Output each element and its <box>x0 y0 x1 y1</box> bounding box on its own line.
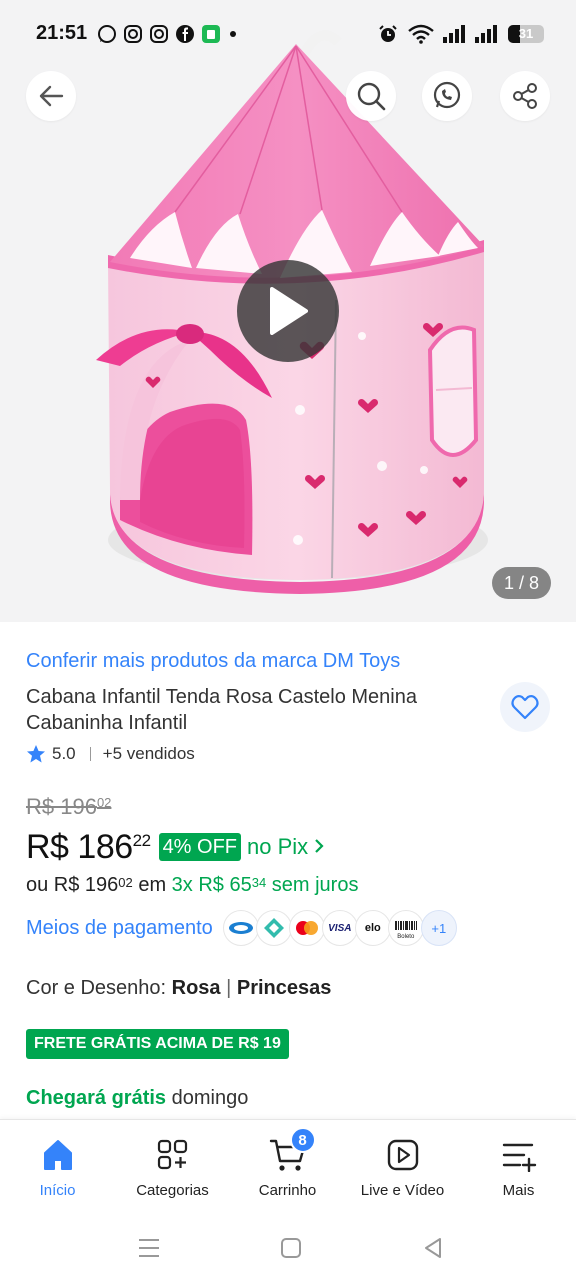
instagram-icon <box>150 25 168 43</box>
cart-icon: 8 <box>268 1127 316 1175</box>
favorite-button[interactable] <box>500 682 550 732</box>
nav-label-home: Início <box>39 1182 76 1199</box>
instagram-icon <box>124 25 142 43</box>
product-title: Cabana Infantil Tenda Rosa Castelo Menin… <box>26 686 417 734</box>
dot-icon <box>230 31 236 37</box>
nav-item-more[interactable]: Mais <box>461 1120 576 1215</box>
current-price: R$ 18622 <box>26 828 151 867</box>
pix-link[interactable]: no Pix <box>247 834 324 860</box>
variant-label: Cor e Desenho: <box>26 977 167 999</box>
pix-link-label: no Pix <box>247 834 309 859</box>
delivery-day: domingo <box>171 1087 249 1109</box>
signal-icon <box>443 25 465 43</box>
battery-level: 31 <box>518 26 534 41</box>
home-icon <box>38 1135 78 1175</box>
play-icon <box>270 287 308 335</box>
system-navigation-bar <box>0 1214 576 1280</box>
nav-label-more: Mais <box>502 1182 535 1199</box>
free-shipping-badge: FRETE GRÁTIS ACIMA DE R$ 19 <box>26 1029 289 1059</box>
rating-value: 5.0 <box>52 744 76 763</box>
battery-icon: 31 <box>508 25 544 43</box>
star-icon <box>27 745 45 763</box>
home-system-button[interactable] <box>277 1234 305 1262</box>
installments-mid: em <box>132 874 172 896</box>
old-price-cents: 02 <box>96 795 112 810</box>
share-button[interactable] <box>500 71 550 121</box>
rating-row[interactable]: 5.0 +5 vendidos <box>26 742 195 766</box>
back-triangle-icon <box>425 1238 441 1258</box>
delivery-free-label: Chegará grátis <box>26 1087 167 1109</box>
delivery-info: Chegará grátis domingo <box>26 1087 248 1110</box>
alarm-icon <box>379 25 397 42</box>
facebook-icon <box>176 25 194 43</box>
installments-prefix-cents: 02 <box>118 875 133 890</box>
old-price: R$ 19602 <box>26 794 111 820</box>
boleto-label: Boleto <box>397 934 415 940</box>
discount-badge: 4% OFF <box>158 833 242 861</box>
cart-count-badge: 8 <box>289 1127 316 1153</box>
home-square-icon <box>281 1238 301 1258</box>
variant-design: Princesas <box>236 977 332 999</box>
product-image-gallery[interactable]: 1 / 8 <box>0 0 576 622</box>
installments-suffix: sem juros <box>266 874 359 896</box>
arrow-left-icon <box>39 85 64 107</box>
app-icon <box>202 25 220 43</box>
visa-label: VISA <box>328 922 352 934</box>
installments-cents: 34 <box>251 875 267 890</box>
variant-color: Rosa <box>171 977 221 999</box>
nav-item-home[interactable]: Início <box>0 1120 115 1215</box>
installments-amount: 3x R$ 65 <box>171 874 252 896</box>
menu-icon <box>499 1135 539 1175</box>
installments-info: ou R$ 19602 em 3x R$ 6534 sem juros <box>26 874 358 897</box>
sold-count: +5 vendidos <box>102 744 195 763</box>
back-system-button[interactable] <box>419 1234 447 1262</box>
mastercard-icon <box>288 910 325 946</box>
image-counter: 1 / 8 <box>492 567 551 599</box>
nav-item-cart[interactable]: 8 Carrinho <box>230 1120 345 1215</box>
divider <box>89 747 91 761</box>
price-cents: 22 <box>132 830 151 850</box>
play-video-button[interactable] <box>237 260 339 362</box>
boleto-icon: Boleto <box>387 910 424 946</box>
nav-item-video[interactable]: Live e Vídeo <box>345 1120 460 1215</box>
variant-selection[interactable]: Cor e Desenho: Rosa | Princesas <box>26 977 331 1000</box>
elo-label: elo <box>364 922 381 934</box>
share-icon <box>513 83 537 109</box>
variant-separator: | <box>226 977 232 999</box>
search-icon <box>357 82 386 111</box>
installments-prefix: ou R$ 196 <box>26 874 119 896</box>
video-icon <box>383 1135 423 1175</box>
categories-icon <box>153 1135 193 1175</box>
caixa-icon <box>222 910 259 946</box>
payment-methods-row[interactable]: Meios de pagamento VISA elo Boleto +1 <box>26 910 457 946</box>
status-bar: 21:51 31 <box>0 0 576 66</box>
more-payment-methods[interactable]: +1 <box>420 910 457 946</box>
brand-link[interactable]: Conferir mais produtos da marca DM Toys <box>26 650 400 673</box>
wifi-icon <box>408 24 434 44</box>
elo-icon: elo <box>354 910 391 946</box>
pix-icon <box>255 910 292 946</box>
old-price-int: R$ 196 <box>26 794 97 819</box>
recent-apps-icon <box>139 1239 159 1257</box>
payment-methods-link[interactable]: Meios de pagamento <box>26 917 213 940</box>
status-time: 21:51 <box>36 22 88 44</box>
whatsapp-icon <box>98 25 116 43</box>
heart-icon <box>511 695 539 720</box>
price-row: R$ 18622 4% OFF no Pix <box>26 826 324 868</box>
chevron-right-icon <box>315 839 324 853</box>
recent-apps-button[interactable] <box>135 1234 163 1262</box>
price-int: R$ 186 <box>26 827 133 866</box>
nav-label-categories: Categorias <box>136 1182 209 1199</box>
nav-item-categories[interactable]: Categorias <box>115 1120 230 1215</box>
nav-label-video: Live e Vídeo <box>360 1182 445 1199</box>
back-button[interactable] <box>26 71 76 121</box>
search-button[interactable] <box>346 71 396 121</box>
bottom-navigation: Início Categorias 8 Carrinho Live e Víde… <box>0 1119 576 1214</box>
whatsapp-icon <box>433 81 461 109</box>
signal-icon <box>475 25 497 43</box>
visa-icon: VISA <box>321 910 358 946</box>
whatsapp-share-button[interactable] <box>422 71 472 121</box>
nav-label-cart: Carrinho <box>258 1182 317 1199</box>
